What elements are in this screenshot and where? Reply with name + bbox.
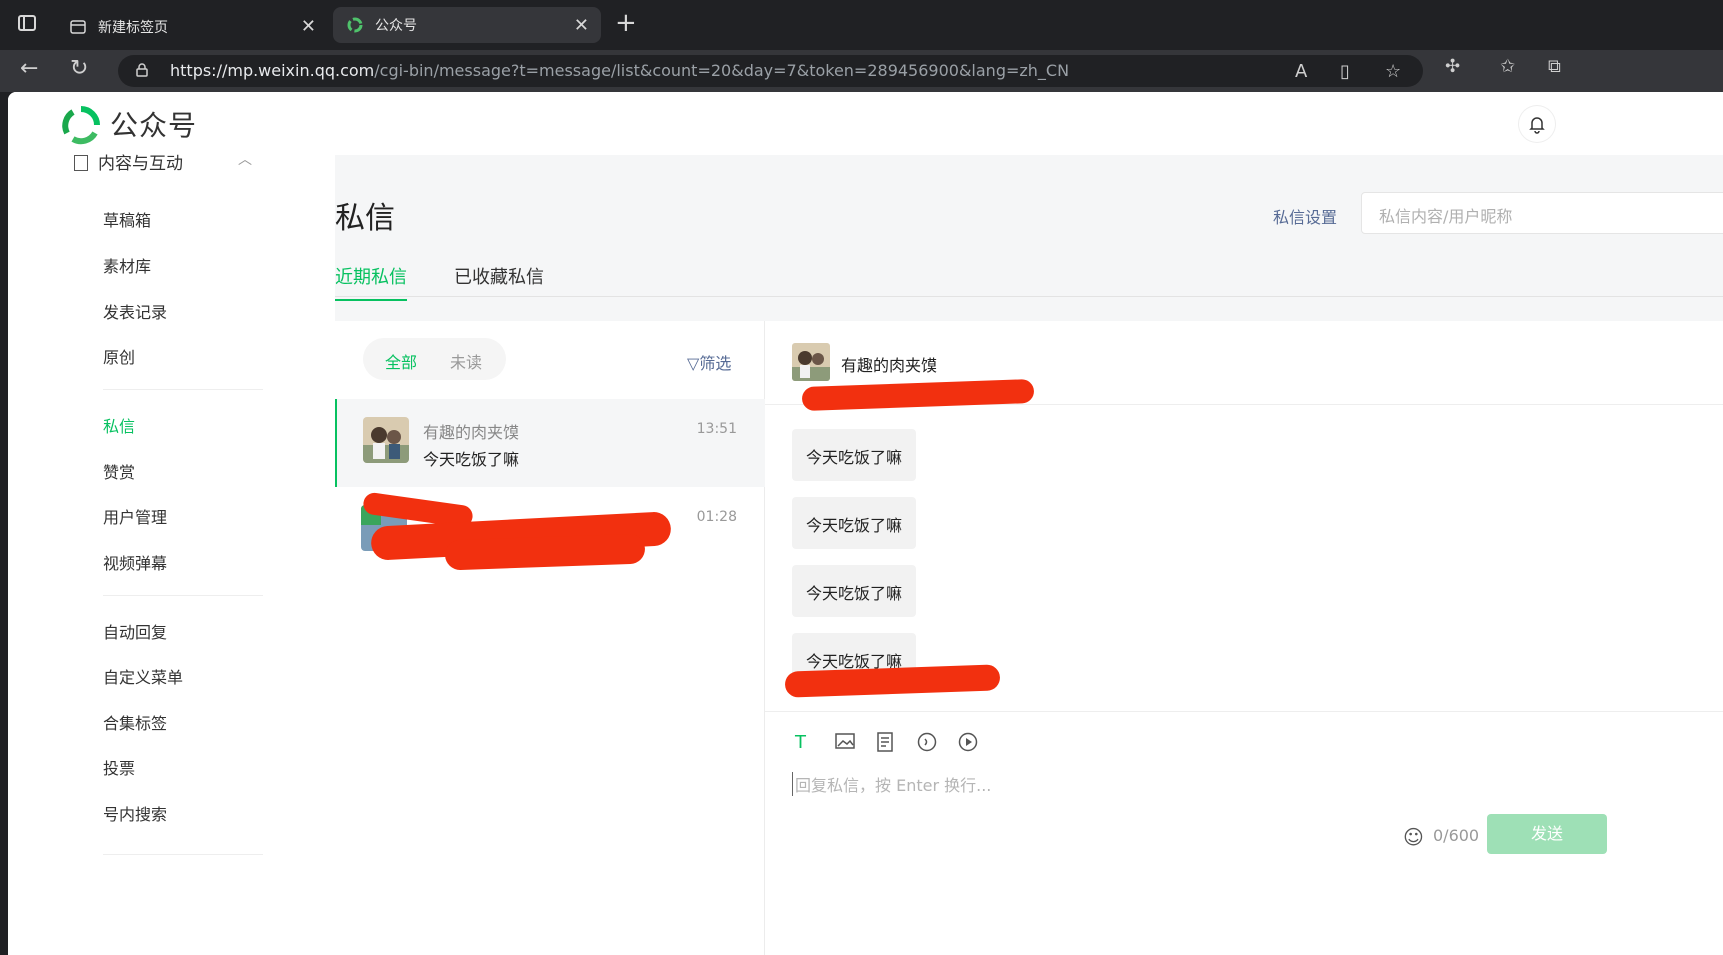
- web-page: 公众号 内容与互动 ︿ 草稿箱 素材库 发表记录 原创 私信 赞赏 用户管理 视…: [8, 92, 1723, 955]
- sidebar-item-messages[interactable]: 私信: [103, 413, 135, 437]
- sidebar-item-publish-history[interactable]: 发表记录: [103, 299, 167, 323]
- sidebar-item-video-danmaku[interactable]: 视频弹幕: [103, 550, 167, 574]
- url-text[interactable]: https://mp.weixin.qq.com/cgi-bin/message…: [170, 61, 1069, 80]
- nav-divider: [103, 389, 263, 390]
- new-tab-icon[interactable]: +: [615, 10, 637, 36]
- collections-icon[interactable]: ⧉: [1548, 56, 1561, 77]
- content-icon: [74, 155, 88, 171]
- avatar: [363, 417, 409, 463]
- new-tab-page-icon: [70, 20, 86, 34]
- favorites-icon[interactable]: ✩: [1500, 56, 1515, 77]
- wechat-mp-logo-icon: [347, 17, 363, 33]
- wechat-mp-logo-icon[interactable]: [61, 105, 101, 145]
- tab-actions-icon[interactable]: [18, 15, 36, 31]
- browser-toolbar: ← ↻ https://mp.weixin.qq.com/cgi-bin/mes…: [0, 50, 1723, 92]
- logo-text[interactable]: 公众号: [110, 104, 197, 144]
- redaction-mark: [801, 378, 1035, 412]
- conversation-name: 有趣的肉夹馍: [423, 423, 520, 442]
- article-icon[interactable]: [877, 732, 899, 754]
- chat-header: 有趣的肉夹馍: [765, 321, 1723, 412]
- sidebar-item-collection-tags[interactable]: 合集标签: [103, 710, 167, 734]
- read-aloud-icon[interactable]: A: [1295, 61, 1307, 82]
- send-button[interactable]: 发送: [1487, 814, 1607, 854]
- reply-input[interactable]: 回复私信，按 Enter 换行...: [792, 772, 991, 796]
- lock-icon: [136, 63, 148, 77]
- address-bar[interactable]: https://mp.weixin.qq.com/cgi-bin/message…: [118, 55, 1423, 87]
- url-host: https://mp.weixin.qq.com: [170, 61, 375, 80]
- nav-group-label: 内容与互动: [98, 154, 183, 174]
- browser-tab-bar: 新建标签页 ✕ 公众号 ✕ +: [0, 0, 1723, 50]
- browser-tab-new[interactable]: 新建标签页 ✕: [56, 8, 328, 46]
- messages-main: 私信 私信设置 私信内容/用户昵称 近期私信 已收藏私信 全部 未读 ▽筛选 有…: [335, 155, 1723, 955]
- reader-view-icon[interactable]: ▯: [1340, 61, 1350, 82]
- sidebar-item-original[interactable]: 原创: [103, 344, 135, 368]
- filter-button-label: 筛选: [699, 354, 732, 373]
- filter-unread-option[interactable]: 未读: [450, 349, 482, 373]
- nav-group-content-interaction[interactable]: 内容与互动: [74, 149, 183, 174]
- site-header: 公众号: [8, 92, 1723, 155]
- message-search-input[interactable]: 私信内容/用户昵称: [1361, 192, 1723, 234]
- message-bubble: 今天吃饭了嘛: [792, 429, 917, 481]
- notification-bell-icon[interactable]: [1519, 106, 1555, 142]
- conversation-preview: 今天吃饭了嘛: [423, 450, 520, 469]
- sidebar-item-custom-menu[interactable]: 自定义菜单: [103, 664, 183, 688]
- image-icon[interactable]: [835, 732, 857, 754]
- tab-title: 新建标签页: [98, 20, 168, 36]
- avatar[interactable]: [792, 343, 830, 381]
- filter-button[interactable]: ▽筛选: [687, 350, 731, 374]
- left-navigation: 内容与互动 ︿ 草稿箱 素材库 发表记录 原创 私信 赞赏 用户管理 视频弹幕 …: [8, 152, 335, 955]
- sidebar-item-drafts[interactable]: 草稿箱: [103, 207, 151, 231]
- char-counter: 0/600: [1433, 826, 1480, 845]
- video-icon[interactable]: [958, 732, 980, 754]
- favorite-star-icon[interactable]: ☆: [1385, 61, 1401, 82]
- sidebar-item-vote[interactable]: 投票: [103, 755, 135, 779]
- message-settings-link[interactable]: 私信设置: [1273, 204, 1337, 228]
- extensions-icon[interactable]: ✣: [1445, 56, 1460, 77]
- browser-tab-gongzhonghao[interactable]: 公众号 ✕: [333, 7, 601, 43]
- nav-divider: [103, 595, 263, 596]
- message-bubble: 今天吃饭了嘛: [792, 565, 917, 617]
- text-format-icon[interactable]: T: [795, 732, 817, 754]
- nav-divider: [103, 854, 263, 855]
- url-path: /cgi-bin/message?t=message/list&count=20…: [374, 61, 1070, 80]
- close-tab-icon[interactable]: ✕: [574, 15, 589, 36]
- close-tab-icon[interactable]: ✕: [301, 16, 316, 37]
- tab-title: 公众号: [375, 18, 417, 34]
- reply-composer: T 回复私信，按 Enter 换行... ☺ 0/600 发送: [765, 711, 1723, 955]
- conversation-list: 全部 未读 ▽筛选 有趣的肉夹馍 今天吃饭了嘛 13:51 01:28: [335, 321, 765, 955]
- conversation-time: 01:28: [696, 509, 737, 525]
- filter-funnel-icon: ▽: [687, 354, 700, 373]
- emoji-icon[interactable]: ☺: [1403, 825, 1424, 849]
- sidebar-item-materials[interactable]: 素材库: [103, 253, 151, 277]
- conversation-time: 13:51: [696, 421, 737, 437]
- page-title: 私信: [335, 201, 395, 236]
- message-bubble: 今天吃饭了嘛: [792, 497, 917, 549]
- back-arrow-icon[interactable]: ←: [20, 56, 38, 81]
- sidebar-item-auto-reply[interactable]: 自动回复: [103, 619, 167, 643]
- reload-icon[interactable]: ↻: [70, 56, 88, 81]
- sidebar-item-user-management[interactable]: 用户管理: [103, 504, 167, 528]
- redaction-mark: [444, 533, 646, 571]
- sidebar-item-rewards[interactable]: 赞赏: [103, 459, 135, 483]
- filter-all-option[interactable]: 全部: [385, 349, 417, 373]
- message-tabs: 近期私信 已收藏私信: [335, 257, 1723, 301]
- conversation-item[interactable]: 01:28: [335, 487, 765, 575]
- tab-starred-messages[interactable]: 已收藏私信: [454, 263, 544, 299]
- chevron-up-icon[interactable]: ︿: [238, 149, 252, 169]
- read-filter-toggle: 全部 未读: [363, 338, 506, 380]
- tab-recent-messages[interactable]: 近期私信: [335, 263, 407, 301]
- chat-contact-name: 有趣的肉夹馍: [841, 356, 938, 375]
- sidebar-item-in-account-search[interactable]: 号内搜索: [103, 801, 167, 825]
- chat-panel: 有趣的肉夹馍 今天吃饭了嘛 今天吃饭了嘛 今天吃饭了嘛 今天吃饭了嘛 T 回复私…: [765, 321, 1723, 955]
- audio-icon[interactable]: [917, 732, 939, 754]
- conversation-item[interactable]: 有趣的肉夹馍 今天吃饭了嘛 13:51: [335, 399, 765, 487]
